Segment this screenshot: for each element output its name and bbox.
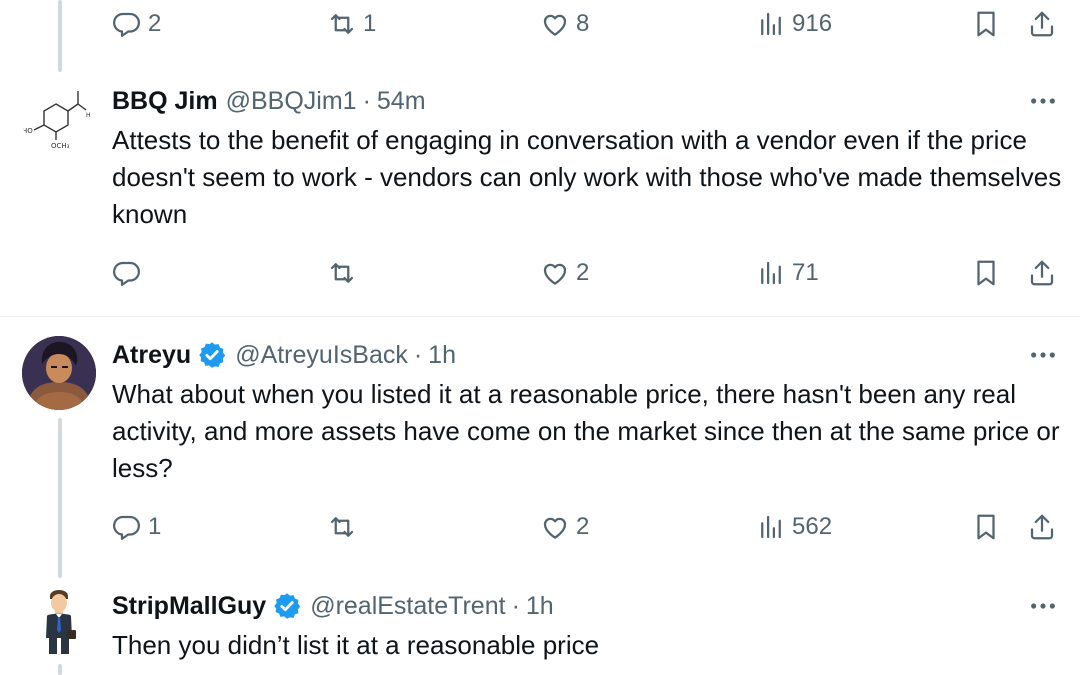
repost-icon [330,517,354,537]
views-icon [761,12,781,36]
like-icon [543,14,567,36]
bookmark-icon [977,260,995,286]
author-name[interactable]: Atreyu [112,341,191,370]
reply-button[interactable]: 2 [112,4,161,44]
verified-badge-icon [272,591,302,621]
avatar[interactable]: HO OCH₃ H [22,82,96,156]
views-count: 916 [792,10,833,37]
like-count: 8 [576,10,590,37]
share-button[interactable] [1027,253,1057,293]
repost-icon [330,14,354,34]
more-options-button[interactable] [1026,86,1060,116]
reply-button[interactable]: 1 [112,507,161,547]
separator-dot: · [511,591,520,620]
like-icon [543,263,567,285]
share-button[interactable] [1027,507,1057,547]
post-time[interactable]: 1h [428,341,456,370]
separator-dot: · [413,340,423,369]
post-header: StripMallGuy @realEstateTrent · 1h [112,589,554,623]
avatar[interactable] [22,586,96,660]
reply-icon [113,12,140,37]
post-text: Attests to the benefit of engaging in co… [112,125,1062,229]
share-icon [1030,514,1054,540]
author-handle[interactable]: @AtreyuIsBack [235,341,408,370]
avatar-h-label: H [86,112,91,119]
more-icon [1031,98,1055,104]
bookmark-button[interactable] [971,253,1001,293]
avatar-och3-label: OCH₃ [51,142,70,150]
views-count: 71 [792,259,819,286]
post-text: What about when you listed it at a reaso… [112,379,1060,483]
share-button[interactable] [1027,4,1057,44]
bookmark-button[interactable] [971,4,1001,44]
repost-button[interactable]: 1 [327,4,376,44]
reply-icon [113,515,140,540]
separator-dot: · [362,86,371,115]
like-button[interactable]: 8 [540,4,589,44]
like-button[interactable]: 2 [540,253,589,293]
views-button[interactable]: 562 [756,507,832,547]
post-time[interactable]: 1h [526,592,554,621]
thread-line-atreyu [58,418,62,578]
repost-count: 1 [363,10,377,37]
share-icon [1030,260,1054,286]
thread-line-top [58,0,62,72]
reply-icon [113,261,140,286]
verified-badge-icon [197,340,227,370]
chemical-structure-image: HO OCH₃ H [22,91,91,150]
bookmark-button[interactable] [971,507,1001,547]
reply-button[interactable] [112,253,142,293]
views-count: 562 [792,513,833,540]
post-time[interactable]: 54m [377,87,426,116]
like-button[interactable]: 2 [540,507,589,547]
thread-line-stripmall [58,664,62,675]
avatar-oh-label: HO [22,127,33,135]
author-handle[interactable]: @BBQJim1 [226,87,357,116]
reply-count: 1 [148,513,162,540]
reply-count: 2 [148,10,162,37]
views-button[interactable]: 71 [756,253,819,293]
views-icon [761,515,781,539]
repost-button[interactable] [327,253,357,293]
avatar[interactable] [22,336,96,410]
post-header: BBQ Jim @BBQJim1 · 54m [112,84,426,118]
post-text: Then you didn’t list it at a reasonable … [112,630,600,660]
repost-icon [330,263,354,283]
like-count: 2 [576,513,590,540]
businessman-avatar-image [46,590,76,654]
share-icon [1030,11,1054,37]
like-icon [543,517,567,539]
post-divider [0,316,1080,317]
more-icon [1031,352,1055,358]
repost-button[interactable] [327,507,357,547]
author-handle[interactable]: @realEstateTrent [310,592,505,621]
like-count: 2 [576,259,590,286]
more-options-button[interactable] [1026,591,1060,621]
views-button[interactable]: 916 [756,4,832,44]
bookmark-icon [977,514,995,540]
post-header: Atreyu @AtreyuIsBack · 1h [112,338,456,372]
more-icon [1031,603,1055,609]
more-options-button[interactable] [1026,340,1060,370]
bookmark-icon [977,11,995,37]
views-icon [761,261,781,285]
author-name[interactable]: StripMallGuy [112,592,266,621]
anime-character-avatar-image [22,336,96,410]
author-name[interactable]: BBQ Jim [112,87,218,116]
